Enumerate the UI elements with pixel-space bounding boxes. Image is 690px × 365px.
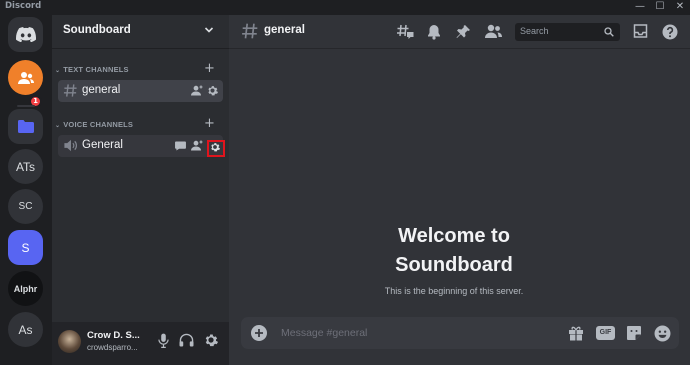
help-icon[interactable] [662, 24, 678, 40]
gif-label: GIF [599, 329, 612, 336]
invite-member-icon[interactable] [191, 140, 203, 151]
chat-header: general Search [229, 15, 690, 49]
friends-icon [17, 71, 34, 84]
chat-area: general Search Welcome to Soundboard Thi… [229, 15, 690, 365]
avatar[interactable] [58, 330, 81, 353]
server-soundboard-label: S [21, 240, 30, 255]
folder-icon [17, 120, 34, 133]
category-chevron-icon: ⌄ [55, 123, 61, 129]
server-soundboard[interactable]: S [8, 230, 43, 265]
inbox-icon[interactable] [633, 24, 648, 38]
category-chevron-icon: ⌄ [55, 68, 61, 74]
headphones-icon[interactable] [179, 333, 194, 347]
title-bar: Discord — ☐ ✕ [0, 0, 690, 15]
minimize-button[interactable]: — [630, 0, 650, 14]
channel-general-text[interactable]: general [58, 80, 223, 102]
server-sc[interactable]: SC [8, 189, 43, 224]
close-button[interactable]: ✕ [670, 0, 690, 14]
sticker-icon[interactable] [626, 325, 642, 341]
user-tag: crowdsparro... [87, 343, 138, 352]
guild-header[interactable]: Soundboard [52, 15, 229, 49]
welcome-title-line2: Soundboard [395, 254, 513, 276]
welcome-subtitle: This is the beginning of this server. [384, 286, 524, 296]
discord-app: Discord — ☐ ✕ 1 ATs SC S Alphr As Soundb… [0, 0, 690, 365]
category-voice-channels[interactable]: ⌄ VOICE CHANNELS [55, 120, 133, 129]
server-alphr-label: Alphr [13, 283, 38, 294]
search-box[interactable]: Search [515, 23, 620, 41]
open-chat-icon[interactable] [175, 141, 186, 151]
search-icon [604, 27, 614, 37]
microphone-icon[interactable] [158, 333, 169, 348]
discord-logo-icon [15, 27, 36, 42]
category-text-channels[interactable]: ⌄ TEXT CHANNELS [55, 65, 129, 74]
server-folder[interactable] [8, 109, 43, 144]
text-channel-hash-icon [63, 84, 77, 97]
user-settings-gear-icon[interactable] [204, 333, 218, 347]
highlight-annotation-box [207, 140, 225, 157]
channel-general-voice[interactable]: General [58, 135, 225, 157]
member-list-icon[interactable] [485, 24, 502, 39]
server-rail: 1 ATs SC S Alphr As [0, 15, 52, 365]
message-composer: GIF [241, 317, 679, 349]
category-voice-label: VOICE CHANNELS [63, 120, 134, 129]
search-placeholder: Search [520, 26, 549, 36]
server-as[interactable]: As [8, 312, 43, 347]
server-ats[interactable]: ATs [8, 149, 43, 184]
speaker-icon [64, 139, 77, 152]
server-sc-label: SC [18, 201, 33, 212]
user-name: Crow D. S... [87, 330, 140, 341]
text-channel-hash-icon [242, 23, 258, 39]
gift-icon[interactable] [568, 325, 584, 341]
server-alphr[interactable]: Alphr [8, 271, 43, 306]
server-ats-label: ATs [15, 159, 36, 174]
home-button[interactable] [8, 17, 43, 52]
rail-separator [17, 105, 35, 107]
channel-general-voice-label: General [82, 139, 123, 151]
channel-sidebar: Soundboard ⌄ TEXT CHANNELS + general ⌄ V… [52, 15, 229, 365]
threads-icon[interactable] [397, 24, 414, 40]
friends-dm-button[interactable] [8, 60, 43, 95]
chevron-down-icon [204, 27, 214, 33]
create-voice-channel-button[interactable]: + [204, 117, 215, 130]
guild-name: Soundboard [63, 24, 131, 36]
notification-bell-icon[interactable] [427, 24, 441, 40]
app-title: Discord [5, 1, 42, 11]
welcome-title-line1: Welcome to [398, 225, 510, 247]
message-input[interactable] [281, 325, 531, 341]
invite-member-icon[interactable] [191, 85, 203, 96]
gif-picker-button[interactable]: GIF [596, 326, 615, 340]
maximize-button[interactable]: ☐ [650, 0, 670, 14]
category-text-label: TEXT CHANNELS [63, 65, 129, 74]
channel-title: general [264, 24, 305, 36]
create-text-channel-button[interactable]: + [204, 62, 215, 75]
server-as-label: As [18, 322, 33, 337]
channel-settings-gear-icon[interactable] [207, 85, 218, 96]
pin-icon[interactable] [456, 24, 471, 40]
add-attachment-icon[interactable] [251, 325, 267, 341]
emoji-icon[interactable] [654, 325, 671, 342]
channel-general-text-label: general [82, 84, 121, 96]
welcome-heading: Welcome to Soundboard [229, 222, 679, 280]
user-panel: Crow D. S... crowdsparro... [52, 322, 229, 365]
